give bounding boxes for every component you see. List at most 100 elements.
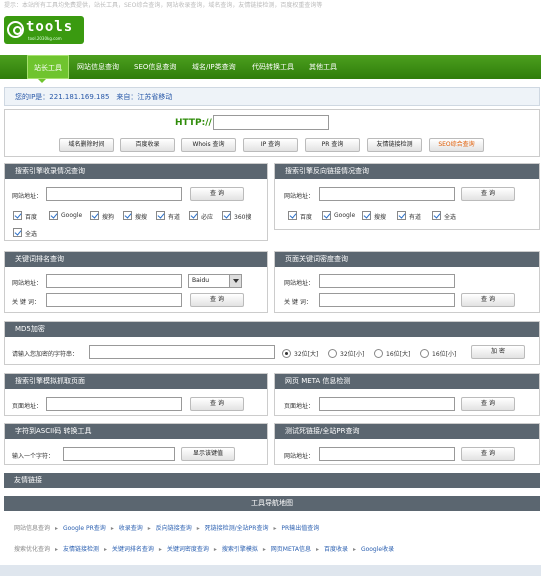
arrow-icon: ▸: [55, 525, 59, 532]
md5-panel: MD5加密 请输入您加密的字符串： 32位[大] 32位[小] 16位[大] 1…: [4, 321, 540, 365]
friend-link-check-button[interactable]: 友情链接检测: [367, 138, 422, 152]
radio-label: 16位[大]: [386, 351, 411, 358]
map-link[interactable]: 收录查询: [119, 525, 143, 532]
arrow-icon: ▸: [103, 546, 107, 553]
url-input[interactable]: [319, 187, 455, 201]
keyword-input[interactable]: [46, 293, 182, 307]
map-link[interactable]: PR输出值查询: [281, 525, 319, 532]
map-link[interactable]: 反向链接查询: [156, 525, 192, 532]
checkbox-google[interactable]: [322, 211, 331, 220]
nav-item-code-convert[interactable]: 代码转换工具: [252, 55, 294, 79]
query-button[interactable]: 查 询: [461, 293, 515, 307]
baidu-index-button[interactable]: 百度收录: [120, 138, 175, 152]
query-button[interactable]: 查 询: [190, 397, 244, 411]
query-button[interactable]: 查 询: [190, 187, 244, 201]
query-button[interactable]: 查 询: [461, 397, 515, 411]
url-input[interactable]: [46, 187, 182, 201]
query-button[interactable]: 查 询: [461, 447, 515, 461]
http-label: HTTP://: [175, 118, 212, 128]
query-button[interactable]: 查 询: [190, 293, 244, 307]
checkbox-soso[interactable]: [362, 211, 371, 220]
checkbox-label: 有道: [409, 214, 422, 221]
map-link[interactable]: 关键词排名查询: [112, 546, 154, 553]
char-input[interactable]: [63, 447, 175, 461]
nav-item-seo-info[interactable]: SEO信息查询: [134, 55, 176, 79]
radio-32-upper[interactable]: [282, 349, 291, 358]
dead-link-panel: 测试死链接/全站PR查询 网站地址： 查 询: [274, 423, 540, 465]
panel-title: 字符到ASCII码 转换工具: [5, 424, 267, 439]
checkbox-label: 搜搜: [135, 214, 148, 221]
map-link[interactable]: Google收录: [361, 546, 394, 553]
panel-title: 搜索引擎模拟抓取页面: [5, 374, 267, 389]
encrypt-button[interactable]: 加 密: [471, 345, 525, 359]
domain-delete-time-button[interactable]: 域名删除时间: [59, 138, 114, 152]
url-label: 网站地址：: [284, 193, 315, 200]
checkbox-youdao[interactable]: [397, 211, 406, 220]
checkbox-baidu[interactable]: [288, 211, 297, 220]
arrow-icon: ▸: [213, 546, 217, 553]
radio-32-lower[interactable]: [328, 349, 337, 358]
url-label: 网站地址：: [12, 193, 43, 200]
map-link[interactable]: 关键词密度查询: [167, 546, 209, 553]
http-url-input[interactable]: [213, 115, 329, 130]
arrow-icon: ▸: [110, 525, 114, 532]
checkbox-soso[interactable]: [123, 211, 132, 220]
arrow-icon: ▸: [262, 546, 266, 553]
keyword-label: 关 键 词：: [12, 299, 40, 306]
checkbox-youdao[interactable]: [156, 211, 165, 220]
url-input[interactable]: [46, 274, 182, 288]
radio-16-upper[interactable]: [374, 349, 383, 358]
url-input[interactable]: [319, 274, 455, 288]
page-url-input[interactable]: [319, 397, 455, 411]
index-query-panel: 搜索引擎收录情况查询 网站地址： 查 询 百度 Google 搜狗 搜搜 有道 …: [4, 163, 268, 241]
arrow-icon: ▸: [316, 546, 320, 553]
site-logo[interactable]: tools tool.2030kg.com: [4, 16, 84, 44]
map-link[interactable]: 友情链接检测: [63, 546, 99, 553]
map-link[interactable]: Google PR查询: [63, 525, 106, 532]
tool-map-row-1: 网站信息查询 ▸ Google PR查询 ▸ 收录查询 ▸ 反向链接查询 ▸ 死链接检测…: [14, 523, 321, 532]
map-link[interactable]: 搜索引擎模拟: [222, 546, 258, 553]
checkbox-select-all[interactable]: [13, 228, 22, 237]
page-url-input[interactable]: [46, 397, 182, 411]
radio-16-lower[interactable]: [420, 349, 429, 358]
show-keycode-button[interactable]: 显示该键值: [181, 447, 235, 461]
backlink-query-panel: 搜索引擎反向链接情况查询 网站地址： 查 询 百度 Google 搜搜 有道 全…: [274, 163, 540, 230]
checkbox-label: 全选: [444, 214, 457, 221]
keyword-input[interactable]: [319, 293, 455, 307]
query-button[interactable]: 查 询: [461, 187, 515, 201]
keyword-rank-panel: 关键词排名查询 网站地址： Baidu 关 键 词： 查 询: [4, 251, 268, 313]
checkbox-sogou[interactable]: [90, 211, 99, 220]
map-link[interactable]: 死链接检测/全站PR查询: [205, 525, 269, 532]
friend-links-header: 友情链接: [4, 473, 540, 488]
pr-query-button[interactable]: PR 查询: [305, 138, 360, 152]
checkbox-label: 搜搜: [374, 214, 387, 221]
radio-label: 32位[大]: [294, 351, 319, 358]
nav-item-site-info[interactable]: 网站信息查询: [77, 55, 119, 79]
nav-item-domain-ip[interactable]: 域名/IP类查询: [192, 55, 236, 79]
logo-word: tools: [26, 19, 74, 35]
map-link[interactable]: 百度收录: [324, 546, 348, 553]
checkbox-bing[interactable]: [189, 211, 198, 220]
url-input[interactable]: [319, 447, 455, 461]
arrow-icon: ▸: [55, 546, 59, 553]
quick-query-box: HTTP:// 域名删除时间 百度收录 Whois 查询 IP 查询 PR 查询…: [4, 109, 540, 157]
nav-item-other-tools[interactable]: 其他工具: [309, 55, 337, 79]
panel-title: 关键词排名查询: [5, 252, 267, 267]
checkbox-label: 搜狗: [102, 214, 115, 221]
ip-query-button[interactable]: IP 查询: [243, 138, 298, 152]
map-link[interactable]: 网页META信息: [271, 546, 311, 553]
panel-title: 页面关键词密度查询: [275, 252, 539, 267]
md5-string-input[interactable]: [89, 345, 275, 359]
seo-overview-button[interactable]: SEO综合查询: [429, 138, 484, 152]
radio-label: 16位[小]: [432, 351, 457, 358]
checkbox-select-all[interactable]: [432, 211, 441, 220]
map-category-site-info[interactable]: 网站信息查询: [14, 525, 50, 532]
nav-item-webmaster-tools[interactable]: 站长工具: [27, 55, 69, 79]
checkbox-google[interactable]: [49, 211, 58, 220]
map-category-seo[interactable]: 搜索优化查询: [14, 546, 50, 553]
char-input-label: 输入一个字符：: [12, 453, 55, 460]
search-engine-select[interactable]: Baidu: [188, 274, 242, 288]
checkbox-baidu[interactable]: [13, 211, 22, 220]
whois-button[interactable]: Whois 查询: [181, 138, 236, 152]
checkbox-360[interactable]: [222, 211, 231, 220]
